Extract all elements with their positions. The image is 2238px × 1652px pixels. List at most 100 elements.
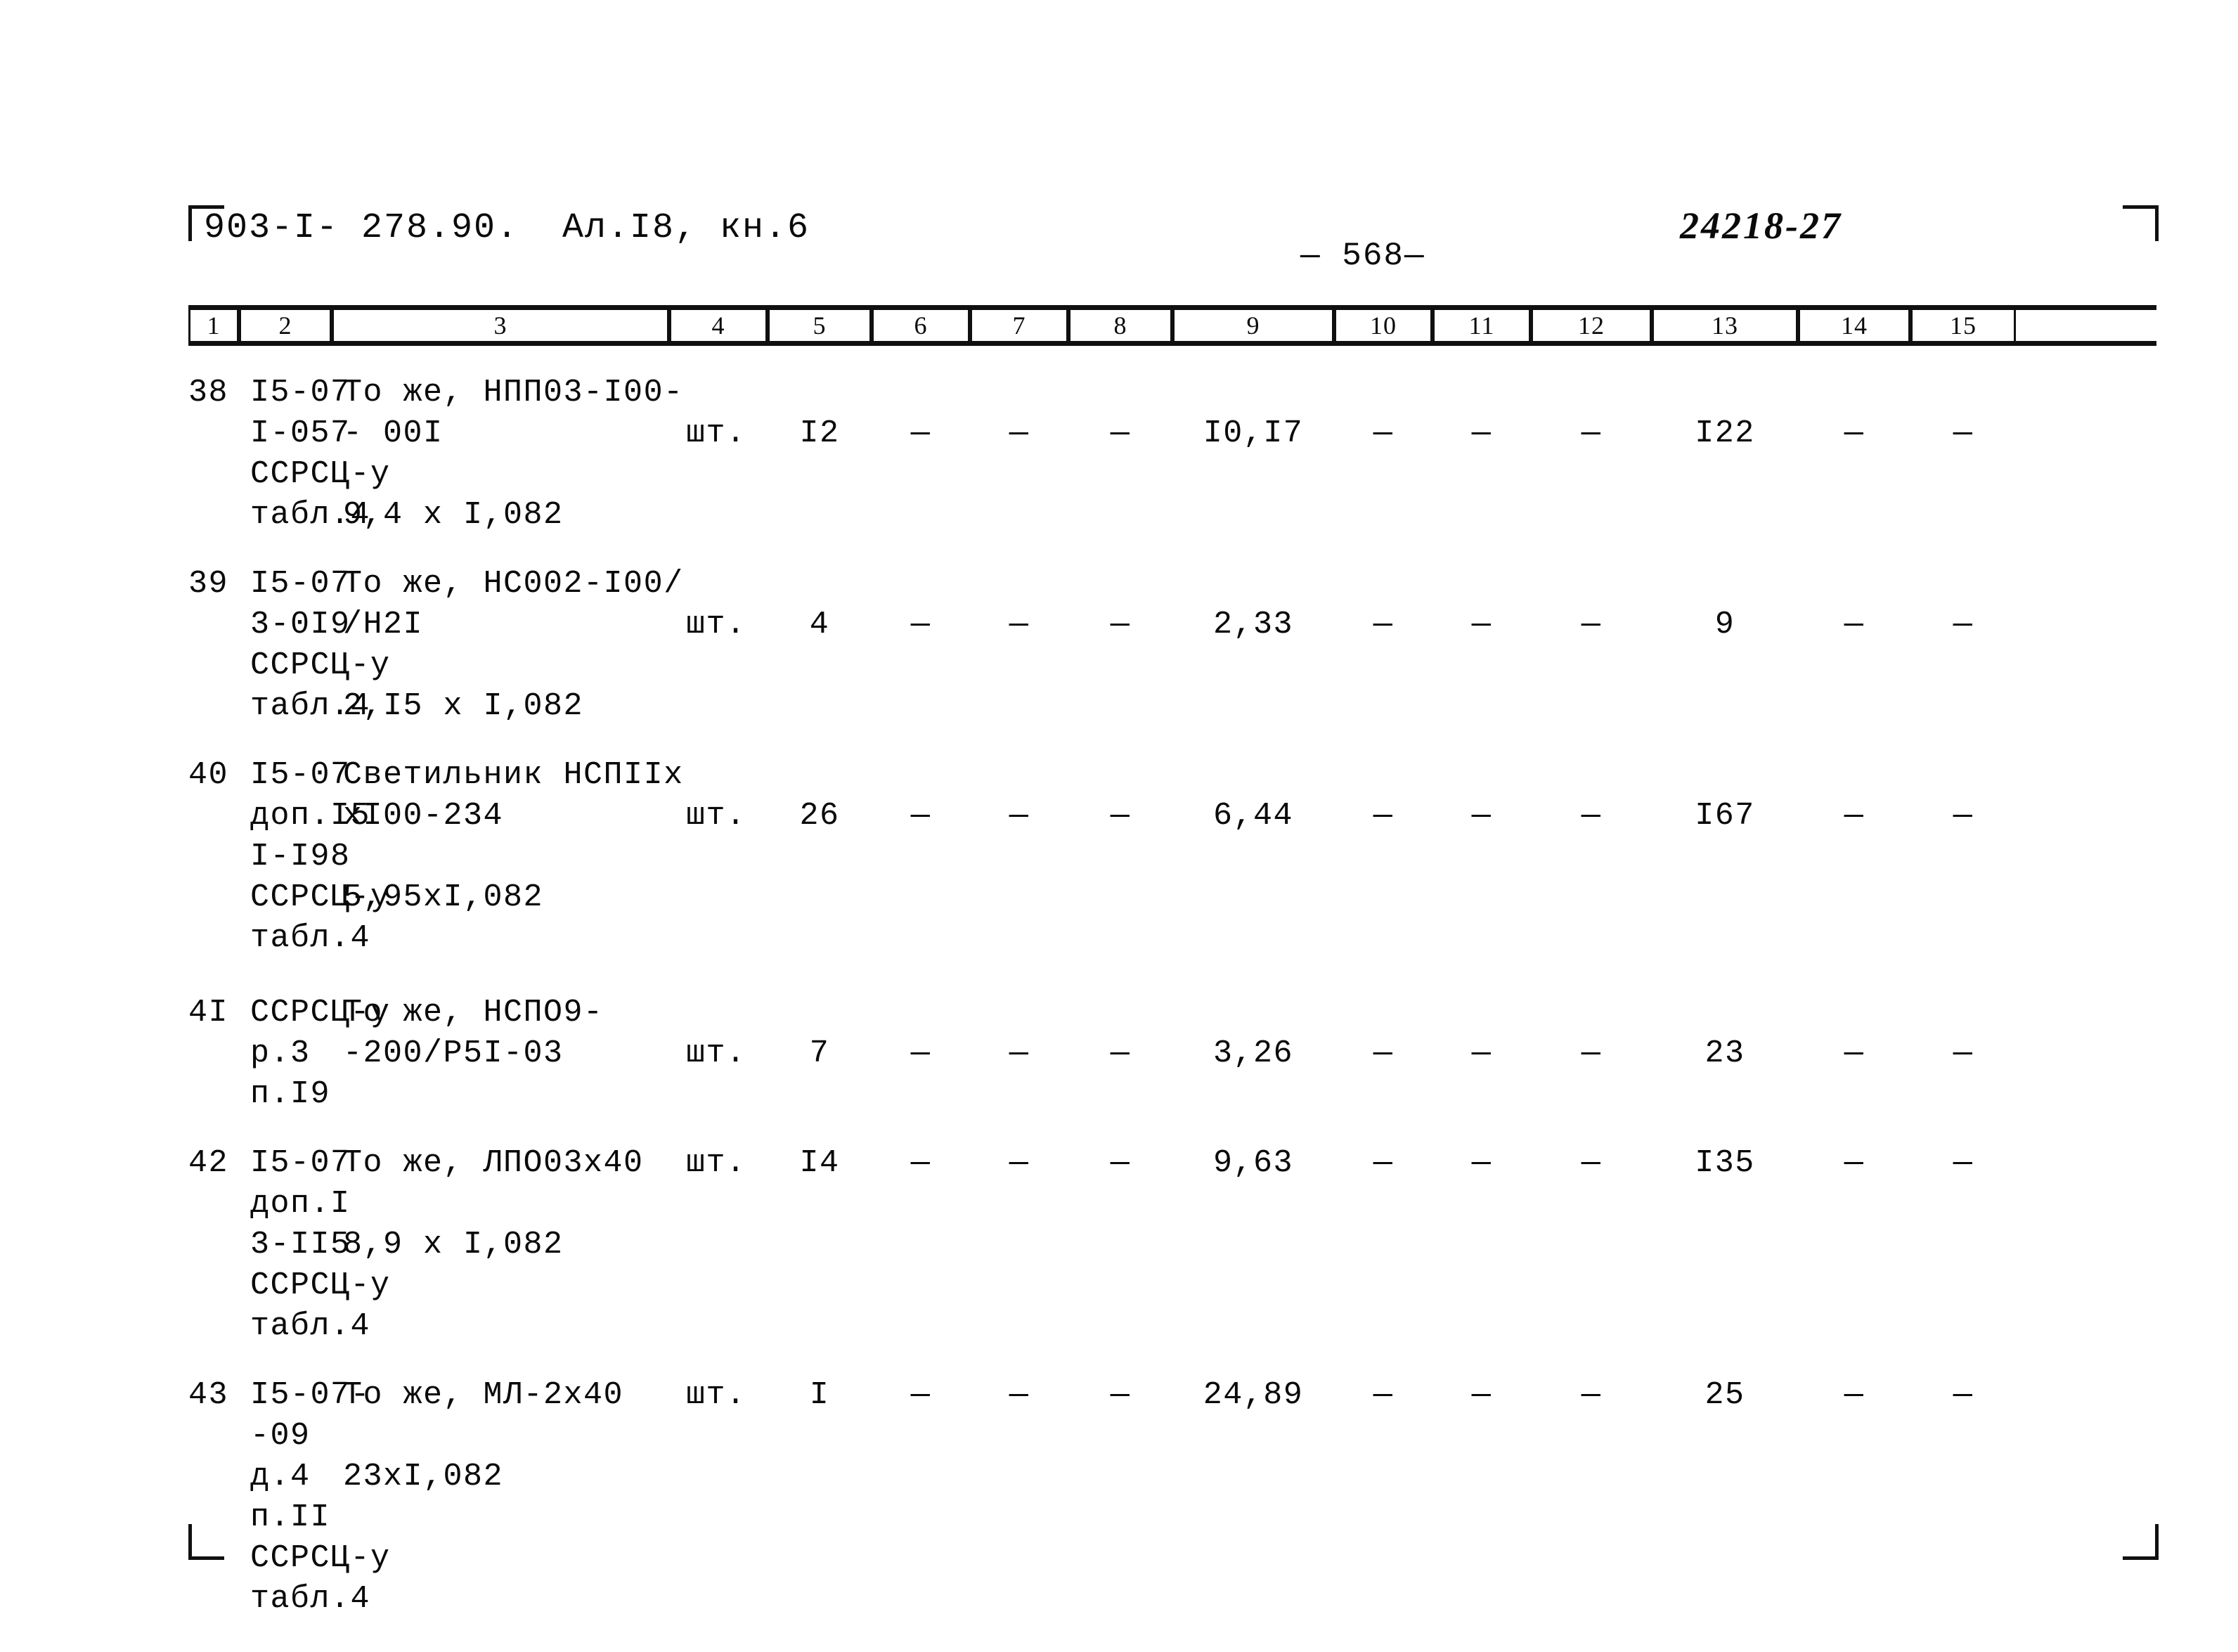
value-col11: — <box>1471 607 1492 643</box>
column-number-5: 5 <box>768 310 872 341</box>
row-number: 38 <box>188 375 229 411</box>
value-col8: — <box>1110 1035 1131 1071</box>
value-col7: — <box>1009 607 1030 643</box>
value-col6: — <box>910 1145 931 1181</box>
value-col7: — <box>1009 798 1030 834</box>
resource-code: I5-07- -09 д.4 п.II ССРСЦ-у табл.4 <box>250 1377 391 1617</box>
document-header: 903-I- 278.90. Ал.I8, кн.6 — 568— 24218-… <box>204 205 2144 274</box>
album-reference: Ал.I8, кн.6 <box>562 208 810 248</box>
unit-of-measure: шт. <box>686 1145 746 1181</box>
unit-of-measure: шт. <box>686 1035 746 1071</box>
value-col14: — <box>1844 1145 1865 1181</box>
value-col12: — <box>1581 1035 1602 1071</box>
document-code: 903-I- 278.90. <box>204 208 519 248</box>
quantity: I2 <box>799 415 840 451</box>
table-column-header: 1 2 3 4 5 6 7 8 9 10 11 12 13 14 15 <box>188 305 2156 346</box>
total-cost: I22 <box>1695 415 1755 451</box>
value-col11: — <box>1471 798 1492 834</box>
quantity: 26 <box>799 798 840 834</box>
value-col6: — <box>910 607 931 643</box>
resource-code: I5-07 3-0I9 ССРСЦ-у табл.4 <box>250 566 391 724</box>
column-number-4: 4 <box>669 310 768 341</box>
resource-name: То же, НПП03-I00- - 00I 9,4 х I,082 <box>343 375 684 533</box>
value-col15: — <box>1953 1145 1974 1181</box>
value-col6: — <box>910 1035 931 1071</box>
value-col7: — <box>1009 1145 1030 1181</box>
value-col11: — <box>1471 415 1492 451</box>
resource-name: То же, МЛ-2х40 23хI,082 <box>343 1377 624 1495</box>
stamp-number: 24218-27 <box>1680 205 1842 247</box>
unit-cost: I0,I7 <box>1203 415 1304 451</box>
table-row: 4I ССРСЦ-у р.3 п.I9 То же, НСПО9- -200/Р5I… <box>188 993 2156 1115</box>
unit-cost: 6,44 <box>1212 798 1294 834</box>
value-col8: — <box>1110 415 1131 451</box>
value-col12: — <box>1581 1145 1602 1181</box>
total-cost: I67 <box>1695 798 1755 834</box>
total-cost: 9 <box>1714 607 1735 643</box>
value-col11: — <box>1471 1035 1492 1071</box>
value-col12: — <box>1581 1377 1602 1413</box>
value-col14: — <box>1844 1035 1865 1071</box>
value-col14: — <box>1844 415 1865 451</box>
column-number-15: 15 <box>1910 310 2016 341</box>
column-number-7: 7 <box>970 310 1068 341</box>
resource-code: I5-07 I-057 ССРСЦ-у табл.4 <box>250 375 391 533</box>
value-col6: — <box>910 415 931 451</box>
table-body: 38 I5-07 I-057 ССРСЦ-у табл.4 То же, НПП03… <box>188 373 2156 1620</box>
value-col10: — <box>1373 415 1394 451</box>
column-number-13: 13 <box>1652 310 1798 341</box>
table-row: 42 I5-07 доп.I 3-II5 ССРСЦ-у табл.4 То же,… <box>188 1143 2156 1347</box>
value-col7: — <box>1009 415 1030 451</box>
table-row: 40 I5-07 доп.I5 I-I98 ССРСЦ-у табл.4 Свети… <box>188 755 2156 959</box>
resource-code: I5-07 доп.I5 I-I98 ССРСЦ-у табл.4 <box>250 757 391 956</box>
value-col12: — <box>1581 798 1602 834</box>
table-row: 39 I5-07 3-0I9 ССРСЦ-у табл.4 То же, НС002… <box>188 564 2156 727</box>
total-cost: 25 <box>1705 1377 1745 1413</box>
quantity: 4 <box>809 607 830 643</box>
column-number-12: 12 <box>1531 310 1652 341</box>
value-col7: — <box>1009 1035 1030 1071</box>
value-col10: — <box>1373 1035 1394 1071</box>
value-col10: — <box>1373 1377 1394 1413</box>
value-col11: — <box>1471 1145 1492 1181</box>
resource-name: То же, ЛПО03х40 8,9 х I,082 <box>343 1145 644 1263</box>
total-cost: 23 <box>1705 1035 1745 1071</box>
column-number-3: 3 <box>332 310 669 341</box>
unit-of-measure: шт. <box>686 798 746 834</box>
value-col8: — <box>1110 1145 1131 1181</box>
column-number-9: 9 <box>1172 310 1334 341</box>
value-col8: — <box>1110 607 1131 643</box>
value-col10: — <box>1373 1145 1394 1181</box>
value-col6: — <box>910 1377 931 1413</box>
value-col15: — <box>1953 415 1974 451</box>
column-number-10: 10 <box>1334 310 1432 341</box>
unit-of-measure: шт. <box>686 1377 746 1413</box>
value-col14: — <box>1844 607 1865 643</box>
unit-cost: 3,26 <box>1212 1035 1294 1071</box>
table-row: 38 I5-07 I-057 ССРСЦ-у табл.4 То же, НПП03… <box>188 373 2156 536</box>
resource-code: ССРСЦ-у р.3 п.I9 <box>250 995 391 1112</box>
resource-name: То же, НС002-I00/ /Н2I 2,I5 х I,082 <box>343 566 684 724</box>
value-col8: — <box>1110 1377 1131 1413</box>
value-col7: — <box>1009 1377 1030 1413</box>
unit-of-measure: шт. <box>686 607 746 643</box>
value-col11: — <box>1471 1377 1492 1413</box>
row-number: 43 <box>188 1377 229 1413</box>
row-number: 40 <box>188 757 229 793</box>
total-cost: I35 <box>1695 1145 1755 1181</box>
page-number: — 568— <box>1300 238 1425 274</box>
column-number-14: 14 <box>1798 310 1910 341</box>
value-col10: — <box>1373 798 1394 834</box>
value-col14: — <box>1844 798 1865 834</box>
column-number-1: 1 <box>188 310 239 341</box>
value-col8: — <box>1110 798 1131 834</box>
value-col15: — <box>1953 607 1974 643</box>
quantity: I <box>809 1377 830 1413</box>
value-col15: — <box>1953 798 1974 834</box>
resource-code: I5-07 доп.I 3-II5 ССРСЦ-у табл.4 <box>250 1145 391 1344</box>
resource-name: То же, НСПО9- -200/Р5I-03 <box>343 995 604 1071</box>
column-number-11: 11 <box>1432 310 1531 341</box>
unit-of-measure: шт. <box>686 415 746 451</box>
row-number: 42 <box>188 1145 229 1181</box>
value-col12: — <box>1581 607 1602 643</box>
